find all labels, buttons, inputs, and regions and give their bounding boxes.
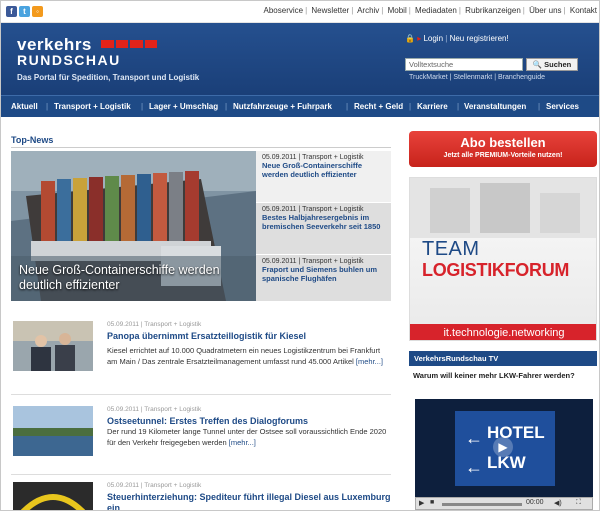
nav-item-karriere[interactable]: Karriere [417, 102, 448, 111]
article-text: Kiesel errichtet auf 10.000 Quadratmeter… [107, 346, 383, 366]
site-header: verkehrs RUNDSCHAU Das Portal für Spedit… [1, 23, 599, 95]
link-rubrikanzeigen[interactable]: Rubrikanzeigen [465, 6, 521, 15]
nav-item-lager[interactable]: Lager + Umschlag [149, 102, 218, 111]
subscribe-button[interactable]: Abo bestellen Jetzt alle PREMIUM-Vorteil… [409, 131, 597, 167]
hero-caption[interactable]: Neue Groß-Containerschiffe werden deutli… [19, 263, 256, 293]
link-archiv[interactable]: Archiv [357, 6, 379, 15]
article-thumbnail[interactable] [13, 321, 93, 371]
video-player[interactable]: ← ← HOTEL LKW ▶ [415, 399, 593, 497]
progress-slider[interactable] [442, 503, 522, 506]
login-area: 🔒 ▸ Login | Neu registrieren! [405, 34, 509, 43]
facebook-icon[interactable]: f [6, 6, 17, 17]
nav-item-aktuell[interactable]: Aktuell [11, 102, 38, 111]
teaser-item[interactable]: 05.09.2011 | Transport + Logistik Neue G… [256, 151, 391, 203]
ad-building-graphic [410, 178, 596, 238]
link-aboservice[interactable]: Aboservice [264, 6, 304, 15]
twitter-icon[interactable]: t [19, 6, 30, 17]
ad-tagline: it.technologie.networking [410, 324, 596, 340]
fullscreen-icon[interactable]: ⛶ [576, 499, 581, 507]
site-slogan: Das Portal für Spedition, Transport und … [17, 73, 200, 82]
nav-item-nutzfahrzeuge[interactable]: Nutzfahrzeuge + Fuhrpark [233, 102, 332, 111]
article-thumbnail[interactable] [13, 482, 93, 510]
nav-item-services[interactable]: Services [546, 102, 579, 111]
video-controls: ▶ ■ 00:00 ◀) ⛶ [415, 497, 593, 510]
top-bar: f t ◦ Aboservice | Newsletter | Archiv | Mo… [1, 1, 599, 23]
browser-page: f t ◦ Aboservice | Newsletter | Archiv | Mo… [0, 0, 600, 511]
teaser-item[interactable]: 05.09.2011 | Transport + Logistik Frapor… [256, 255, 391, 301]
time-display: 00:00 [526, 499, 544, 506]
search-button[interactable]: 🔍 Suchen [526, 58, 578, 71]
volume-icon[interactable]: ◀) [554, 499, 562, 507]
logo-text-bottom[interactable]: RUNDSCHAU [17, 52, 121, 68]
rss-icon[interactable]: ◦ [32, 6, 43, 17]
divider [11, 394, 391, 395]
article-meta: 05.09.2011 | Transport + Logistik [107, 406, 202, 413]
login-arrow-icon: ▸ [417, 34, 422, 43]
search-input[interactable]: Volltextsuche [405, 58, 523, 71]
lock-icon: 🔒 [405, 34, 415, 43]
article-thumbnail[interactable] [13, 406, 93, 456]
link-ueber-uns[interactable]: Über uns [529, 6, 561, 15]
more-link[interactable]: [mehr...] [356, 357, 383, 366]
more-link[interactable]: [mehr...] [229, 438, 256, 447]
article-title[interactable]: Steuerhinterziehung: Spediteur führt ill… [107, 492, 392, 510]
tv-heading: VerkehrsRundschau TV [409, 351, 597, 366]
link-mediadaten[interactable]: Mediadaten [415, 6, 457, 15]
search-icon: 🔍 [532, 60, 543, 69]
teaser-item[interactable]: 05.09.2011 | Transport + Logistik Bestes… [256, 203, 391, 255]
article-title[interactable]: Panopa übernimmt Ersatzteillogistik für … [107, 331, 392, 342]
ad-team-text: TEAM [422, 238, 480, 260]
article-item: 05.09.2011 | Transport + Logistik Steuer… [11, 482, 396, 510]
register-link[interactable]: Neu registrieren! [450, 34, 509, 43]
article-text: Der rund 19 Kilometer lange Tunnel unter… [107, 427, 387, 447]
svg-text:←: ← [465, 428, 483, 448]
nav-item-veranstaltungen[interactable]: Veranstaltungen [464, 102, 526, 111]
nav-item-transport[interactable]: Transport + Logistik [54, 102, 131, 111]
divider [11, 147, 391, 148]
hero-image[interactable]: Neue Groß-Containerschiffe werden deutli… [11, 151, 256, 301]
link-newsletter[interactable]: Newsletter [311, 6, 349, 15]
logo-red-mark [101, 40, 157, 48]
tv-question[interactable]: Warum will keiner mehr LKW-Fahrer werden… [413, 371, 593, 380]
topnews-heading: Top-News [11, 135, 54, 145]
play-button-icon[interactable]: ▶ [419, 499, 424, 507]
article-meta: 05.09.2011 | Transport + Logistik [107, 321, 202, 328]
main-navigation: Aktuell | Transport + Logistik | Lager +… [1, 95, 599, 117]
nav-item-recht[interactable]: Recht + Geld [354, 102, 403, 111]
article-item: 05.09.2011 | Transport + Logistik Panopa… [11, 321, 396, 381]
ad-logistikforum-text: LOGISTIKFORUM [422, 260, 570, 280]
login-link[interactable]: Login [423, 34, 443, 43]
article-item: 05.09.2011 | Transport + Logistik Ostsee… [11, 406, 396, 466]
logistikforum-ad[interactable]: TEAM LOGISTIKFORUM it.technologie.networ… [409, 177, 597, 341]
service-links: Aboservice | Newsletter | Archiv | Mobil | M… [263, 6, 597, 15]
stop-icon[interactable]: ■ [430, 499, 434, 506]
divider [11, 474, 391, 475]
link-kontakt[interactable]: Kontakt [570, 6, 597, 15]
link-mobil[interactable]: Mobil [388, 6, 407, 15]
svg-text:←: ← [465, 457, 483, 477]
article-meta: 05.09.2011 | Transport + Logistik [107, 482, 202, 489]
topnews-teaser-list: 05.09.2011 | Transport + Logistik Neue G… [256, 151, 391, 301]
header-sublinks[interactable]: TruckMarket | Stellenmarkt | Branchengui… [409, 74, 545, 81]
play-icon[interactable]: ▶ [493, 437, 513, 457]
